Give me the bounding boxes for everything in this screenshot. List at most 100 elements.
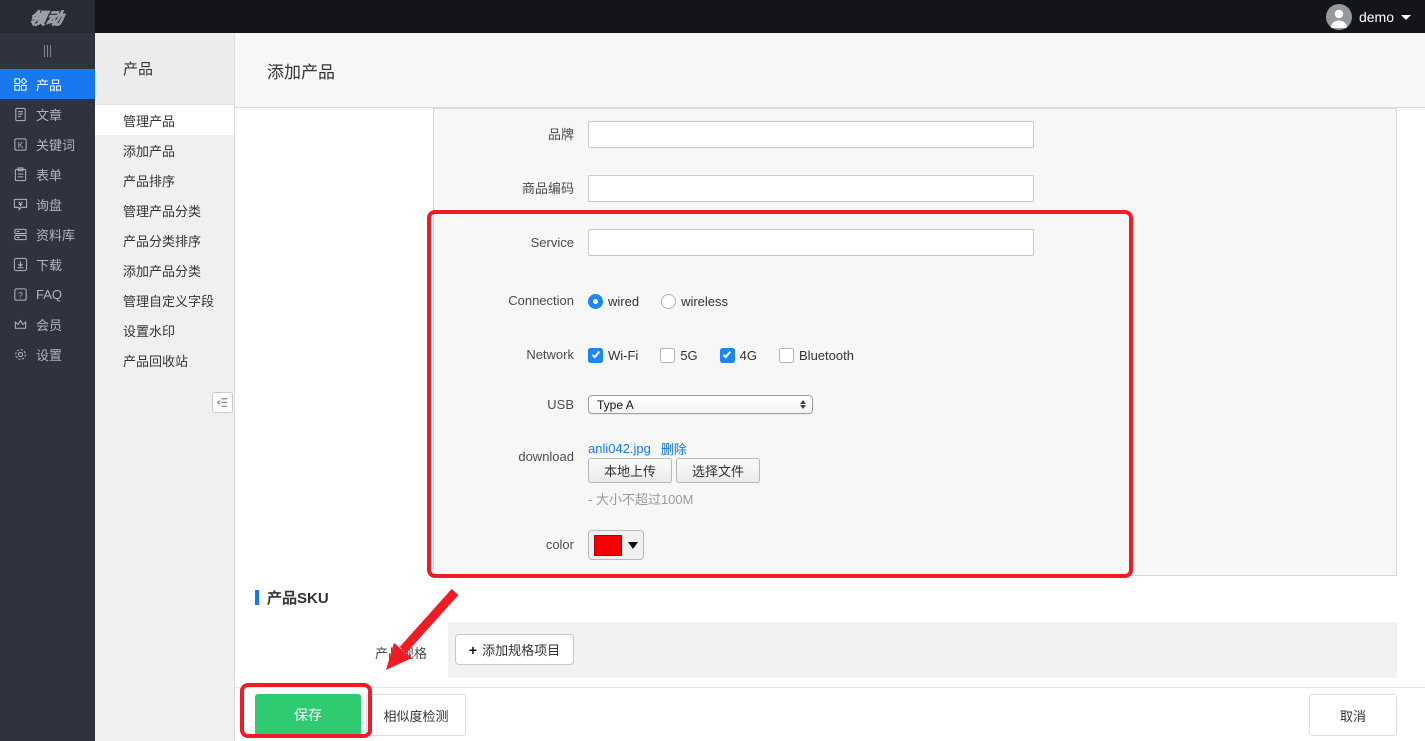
logo[interactable]: 领动 [0, 0, 95, 33]
connection-row: Connection wired wireless [434, 287, 1396, 315]
sidebar-item-products[interactable]: 产品 [0, 69, 95, 99]
checkbox-bluetooth[interactable]: Bluetooth [779, 348, 854, 363]
add-spec-item-label: 添加规格项目 [482, 640, 560, 659]
faq-question-icon: ? [13, 287, 28, 302]
color-picker-button[interactable] [588, 530, 644, 560]
service-row: Service [434, 229, 1396, 257]
sidebar-collapse-handle[interactable] [0, 33, 95, 69]
chevron-down-icon [1401, 15, 1411, 20]
submenu-item-watermark[interactable]: 设置水印 [95, 315, 234, 345]
connection-radio-group: wired wireless [588, 294, 750, 309]
sidebar-item-settings[interactable]: 设置 [0, 339, 95, 369]
checkbox-5g[interactable]: 5G [660, 348, 697, 363]
user-menu[interactable]: demo [1326, 0, 1411, 33]
article-doc-icon [13, 107, 28, 122]
keyword-k-icon: K [13, 137, 28, 152]
svg-text:?: ? [18, 289, 23, 299]
radio-selected-icon [588, 294, 603, 309]
checkbox-unchecked-icon [779, 348, 794, 363]
color-row: color [434, 530, 1396, 560]
sidebar-item-members[interactable]: 会员 [0, 309, 95, 339]
color-label: color [434, 530, 574, 560]
library-stack-icon [13, 227, 28, 242]
section-accent-bar [255, 590, 259, 605]
form-clipboard-icon [13, 167, 28, 182]
bottom-action-bar: 保存 相似度检测 取消 [235, 687, 1425, 741]
checkbox-unchecked-icon [660, 348, 675, 363]
service-input[interactable] [588, 229, 1034, 256]
submenu-item-manage-products[interactable]: 管理产品 [95, 105, 234, 135]
color-swatch [594, 535, 622, 556]
sku-section-title: 产品SKU [267, 587, 329, 608]
logo-text: 领动 [28, 5, 66, 29]
radio-wireless[interactable]: wireless [661, 294, 728, 309]
sidebar-item-keywords[interactable]: K 关键词 [0, 129, 95, 159]
checkbox-4g[interactable]: 4G [720, 348, 757, 363]
checkbox-checked-icon [720, 348, 735, 363]
settings-gear-icon [13, 347, 28, 362]
service-label: Service [434, 229, 574, 257]
brand-input[interactable] [588, 121, 1034, 148]
similarity-check-button[interactable]: 相似度检测 [366, 694, 466, 736]
network-label: Network [434, 341, 574, 369]
content-area: 品牌 商品编码 Service Connection wired [235, 108, 1425, 741]
save-button[interactable]: 保存 [255, 694, 361, 736]
plus-icon: + [469, 642, 477, 658]
page-title: 添加产品 [235, 33, 1425, 108]
radio-wired[interactable]: wired [588, 294, 639, 309]
product-form-panel: 品牌 商品编码 Service Connection wired [433, 108, 1397, 576]
submenu-item-manage-categories[interactable]: 管理产品分类 [95, 195, 234, 225]
usb-row: USB Type A [434, 395, 1396, 415]
brand-row: 品牌 [434, 121, 1396, 149]
select-arrows-icon [800, 400, 806, 409]
network-checkbox-group: Wi-Fi 5G 4G Bluetooth [588, 348, 876, 363]
brand-label: 品牌 [434, 121, 574, 149]
sidebar-item-inquiries[interactable]: 询盘 [0, 189, 95, 219]
submenu-item-custom-fields[interactable]: 管理自定义字段 [95, 285, 234, 315]
secondary-sidebar: 产品 管理产品 添加产品 产品排序 管理产品分类 产品分类排序 添加产品分类 管… [95, 33, 235, 741]
products-grid-icon [13, 77, 28, 92]
product-code-label: 商品编码 [434, 175, 574, 203]
delete-file-link[interactable]: 删除 [661, 439, 687, 458]
download-label: download [434, 448, 574, 465]
topbar: 领动 demo [0, 0, 1425, 33]
download-box-icon [13, 257, 28, 272]
submenu-collapse-button[interactable] [212, 392, 233, 413]
usb-select-value: Type A [597, 398, 634, 412]
sidebar-item-downloads[interactable]: 下载 [0, 249, 95, 279]
sidebar-item-library[interactable]: 资料库 [0, 219, 95, 249]
product-code-input[interactable] [588, 175, 1034, 202]
usb-label: USB [434, 395, 574, 414]
checkbox-checked-icon [588, 348, 603, 363]
submenu-item-recycle-bin[interactable]: 产品回收站 [95, 345, 234, 375]
inquiry-bubble-icon [13, 197, 28, 212]
sidebar-item-faq[interactable]: ? FAQ [0, 279, 95, 309]
radio-unselected-icon [661, 294, 676, 309]
cancel-button[interactable]: 取消 [1309, 694, 1397, 736]
app-root: 领动 demo 产品 文章 K 关键词 [0, 0, 1425, 741]
secondary-sidebar-title: 产品 [95, 33, 234, 105]
submenu-item-add-product[interactable]: 添加产品 [95, 135, 234, 165]
add-spec-item-button[interactable]: + 添加规格项目 [455, 634, 574, 665]
local-upload-button[interactable]: 本地上传 [588, 458, 672, 483]
avatar-icon [1326, 4, 1352, 30]
submenu-item-product-sort[interactable]: 产品排序 [95, 165, 234, 195]
download-row: download anli042.jpg 删除 本地上传 选择文件 - 大小不超… [434, 439, 1396, 515]
file-size-hint: - 大小不超过100M [588, 489, 693, 508]
submenu-item-category-sort[interactable]: 产品分类排序 [95, 225, 234, 255]
dropdown-caret-icon [628, 542, 638, 549]
choose-file-button[interactable]: 选择文件 [676, 458, 760, 483]
usb-select[interactable]: Type A [588, 395, 813, 414]
checkbox-wifi[interactable]: Wi-Fi [588, 348, 638, 363]
member-crown-icon [13, 317, 28, 332]
sidebar-item-forms[interactable]: 表单 [0, 159, 95, 189]
submenu-item-add-category[interactable]: 添加产品分类 [95, 255, 234, 285]
sidebar: 产品 文章 K 关键词 表单 询盘 [0, 33, 95, 741]
uploaded-file-link[interactable]: anli042.jpg [588, 441, 651, 456]
product-code-row: 商品编码 [434, 175, 1396, 203]
connection-label: Connection [434, 287, 574, 315]
svg-text:K: K [18, 139, 24, 149]
spec-label: 产品规格 [300, 643, 427, 662]
sku-spec-panel [448, 622, 1397, 678]
sidebar-item-articles[interactable]: 文章 [0, 99, 95, 129]
